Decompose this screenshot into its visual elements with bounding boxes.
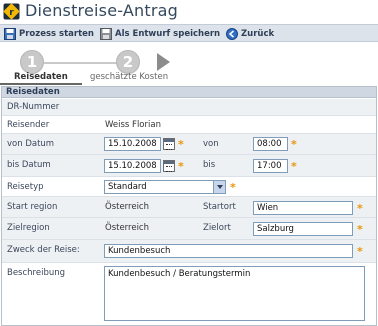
von-datum-calendar-icon[interactable] <box>163 138 175 150</box>
app-logo-icon: r <box>3 3 20 20</box>
chevron-down-icon[interactable] <box>213 181 225 193</box>
row-reisender: Reisender Weiss Florian <box>2 116 376 134</box>
reisender-label: Reisender <box>7 120 50 130</box>
startort-label: Startort <box>203 202 236 212</box>
bis-datum-input[interactable]: 15.10.2008 <box>104 159 161 173</box>
reisetyp-select[interactable]: Standard <box>104 180 226 194</box>
start-region-value: Österreich <box>105 202 149 212</box>
step-next-arrow-icon <box>157 53 170 71</box>
zielregion-value: Österreich <box>105 223 149 233</box>
beschreibung-label: Beschreibung <box>7 268 66 278</box>
reisetyp-selected-value: Standard <box>108 182 147 192</box>
bis-datum-label: bis Datum <box>7 160 51 170</box>
startort-input[interactable]: Wien <box>253 201 353 215</box>
back-arrow-icon <box>226 27 238 40</box>
reisetyp-required-marker: * <box>230 181 236 194</box>
bis-zeit-input[interactable]: 17:00 <box>253 159 288 173</box>
window-title-bar: r Dienstreise-Antrag <box>0 0 378 24</box>
von-datum-required-marker: * <box>178 138 184 151</box>
back-label: Zurück <box>241 28 275 39</box>
von-datum-input[interactable]: 15.10.2008 <box>104 137 161 151</box>
page-title: Dienstreise-Antrag <box>25 1 178 20</box>
save-draft-button[interactable]: Als Entwurf speichern <box>100 26 220 41</box>
active-step-underline <box>0 83 82 85</box>
row-bis-datum: bis Datum 15.10.2008 * bis 17:00 * <box>2 155 376 177</box>
toolbar: Prozess starten Als Entwurf speichern Zu… <box>0 24 378 42</box>
step-connector-line <box>44 62 124 64</box>
zielort-required-marker: * <box>357 223 363 236</box>
step-1-circle[interactable]: 1 <box>20 50 44 74</box>
von-zeit-required-marker: * <box>291 138 297 151</box>
travel-data-panel: Reisedaten DR-Nummer Reisender Weiss Flo… <box>1 86 377 326</box>
zweck-required-marker: * <box>357 245 363 258</box>
step-1-label[interactable]: Reisedaten <box>14 72 68 82</box>
von-zeit-input[interactable]: 08:00 <box>253 137 288 151</box>
start-region-label: Start region <box>7 202 58 212</box>
row-zielregion: Zielregion Österreich Zielort Salzburg * <box>2 218 376 240</box>
zweck-label: Zweck der Reise: <box>7 245 80 255</box>
save-draft-label: Als Entwurf speichern <box>115 28 221 39</box>
row-beschreibung: Beschreibung Kundenbesuch / Beratungster… <box>2 263 376 325</box>
wizard-steps: 1 2 Reisedaten geschätzte Kosten <box>0 42 378 86</box>
bis-zeit-required-marker: * <box>291 160 297 173</box>
svg-text:r: r <box>9 8 14 18</box>
row-zweck: Zweck der Reise: Kundenbesuch * <box>2 240 376 263</box>
back-button[interactable]: Zurück <box>226 26 274 41</box>
reisender-value: Weiss Florian <box>105 120 161 130</box>
reisetyp-label: Reisetyp <box>7 182 44 192</box>
von-zeit-label: von <box>203 139 219 149</box>
startort-required-marker: * <box>357 202 363 215</box>
beschreibung-textarea[interactable]: Kundenbesuch / Beratungstermin <box>104 266 365 321</box>
row-reisetyp: Reisetyp Standard * <box>2 177 376 197</box>
start-process-button[interactable]: Prozess starten <box>4 26 94 41</box>
save-draft-disk-icon <box>100 27 112 40</box>
zielregion-label: Zielregion <box>7 223 50 233</box>
row-dr-nummer: DR-Nummer <box>2 99 376 116</box>
bis-datum-required-marker: * <box>178 160 184 173</box>
row-von-datum: von Datum 15.10.2008 * von 08:00 * <box>2 134 376 155</box>
step-2-circle[interactable]: 2 <box>116 50 140 74</box>
von-datum-label: von Datum <box>7 139 55 149</box>
start-process-label: Prozess starten <box>19 28 94 39</box>
zweck-input[interactable]: Kundenbesuch <box>104 244 353 258</box>
bis-zeit-label: bis <box>203 160 216 170</box>
row-start-region: Start region Österreich Startort Wien * <box>2 197 376 218</box>
zielort-input[interactable]: Salzburg <box>253 222 353 236</box>
zielort-label: Zielort <box>203 223 231 233</box>
bis-datum-calendar-icon[interactable] <box>163 160 175 172</box>
step-2-label[interactable]: geschätzte Kosten <box>90 72 168 82</box>
save-disk-icon <box>4 27 16 40</box>
section-header: Reisedaten <box>2 87 376 98</box>
dr-nummer-label: DR-Nummer <box>7 102 60 112</box>
